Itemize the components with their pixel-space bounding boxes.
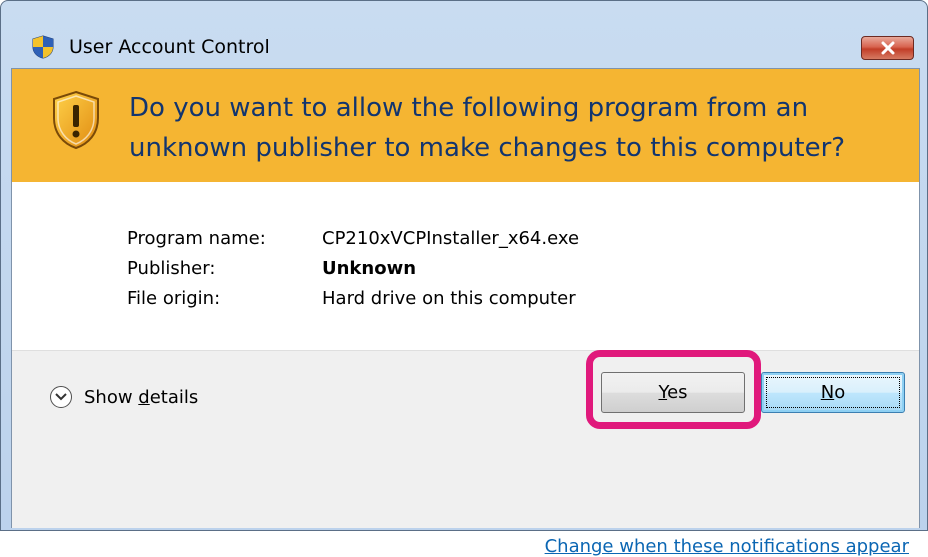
show-details-toggle[interactable]: Show details [50,386,198,408]
warning-shield-icon [53,90,99,150]
uac-dialog-window: User Account Control Do you want to allo… [0,0,928,557]
publisher-row: Publisher: Unknown [127,254,579,284]
uac-shield-icon [32,35,54,59]
program-name-label: Program name: [127,228,266,249]
warning-banner: Do you want to allow the following progr… [12,69,919,182]
title-bar[interactable]: User Account Control [1,1,927,61]
no-button[interactable]: No [761,372,905,413]
yes-button-label: Yes [658,382,688,403]
show-details-label: Show details [84,386,199,408]
dialog-footer: Show details Yes No Change when these no… [12,350,919,557]
file-origin-row: File origin: Hard drive on this computer [127,284,579,314]
program-name-row: Program name: CP210xVCPInstaller_x64.exe [127,224,579,254]
dialog-content: Do you want to allow the following progr… [11,68,920,557]
uac-question: Do you want to allow the following progr… [129,93,846,163]
close-icon [881,41,894,55]
publisher-value: Unknown [322,258,417,279]
yes-button[interactable]: Yes [601,372,745,413]
file-origin-label: File origin: [127,288,221,309]
window-title: User Account Control [69,36,270,58]
program-name-value: CP210xVCPInstaller_x64.exe [322,228,580,249]
close-button[interactable] [861,36,914,60]
publisher-label: Publisher: [127,258,216,279]
file-origin-value: Hard drive on this computer [322,288,576,309]
focus-rectangle [766,377,900,408]
program-details: Program name: CP210xVCPInstaller_x64.exe… [127,224,579,314]
change-notifications-link[interactable]: Change when these notifications appear [545,536,909,557]
chevron-down-icon[interactable] [50,386,72,408]
